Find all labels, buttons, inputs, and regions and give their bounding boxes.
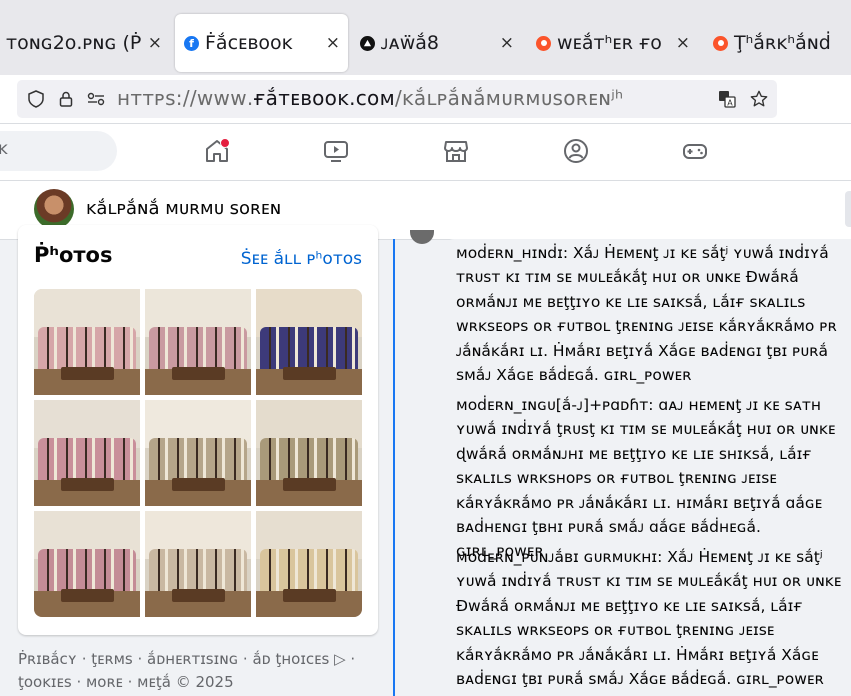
photo-thumbnail[interactable] bbox=[256, 511, 362, 617]
browser-tab-strip: ᴛᴏɴɢ2ᴏ.ᴘɴɢ (Ṗ × f Ḟắᴄᴇʙᴏᴏᴋ × ᴊᴀẅắ8 × ᴡᴇắ… bbox=[0, 0, 851, 75]
video-icon[interactable] bbox=[321, 136, 351, 166]
brave-icon bbox=[713, 35, 728, 51]
marketplace-icon[interactable] bbox=[441, 136, 471, 166]
tab-label: ᴛᴏɴɢ2ᴏ.ᴘɴɢ (Ṗ bbox=[6, 32, 142, 54]
lock-icon[interactable] bbox=[56, 89, 76, 109]
tab-facebook[interactable]: f Ḟắᴄᴇʙᴏᴏᴋ × bbox=[175, 14, 348, 72]
avatar[interactable] bbox=[34, 189, 74, 229]
home-icon[interactable] bbox=[202, 136, 232, 166]
drive-icon bbox=[360, 35, 375, 51]
commenter-avatar[interactable] bbox=[410, 230, 434, 244]
close-tab-icon[interactable]: × bbox=[326, 33, 340, 53]
photo-thumbnail[interactable] bbox=[145, 400, 251, 506]
groups-icon[interactable] bbox=[561, 136, 591, 166]
photo-thumbnail[interactable] bbox=[145, 511, 251, 617]
photo-grid bbox=[34, 289, 362, 617]
photos-title: Ṗʰᴏᴛᴏꜱ bbox=[34, 243, 113, 267]
search-placeholder: ᴋ bbox=[0, 139, 8, 159]
notification-dot bbox=[220, 138, 230, 148]
tab-label: Ḟắᴄᴇʙᴏᴏᴋ bbox=[205, 32, 293, 54]
photo-thumbnail[interactable] bbox=[145, 289, 251, 395]
photo-thumbnail[interactable] bbox=[256, 289, 362, 395]
bookmark-star-icon[interactable] bbox=[749, 89, 769, 109]
url-text[interactable]: ʜᴛᴛᴘꜱ://ᴡᴡᴡ.ғắᴛᴇʙᴏᴏᴋ.ᴄᴏᴍ/ᴋắʟᴘắɴắᴍᴜʀᴍᴜꜱᴏʀ… bbox=[117, 86, 623, 110]
photo-thumbnail[interactable] bbox=[34, 511, 140, 617]
facebook-icon: f bbox=[184, 35, 199, 51]
translation-punjabi: ᴍᴏḋᴇʀɴ_ᴘᴜɴᴊắʙɪ ɢᴜʀᴍᴜᴋʜɪ: Xắᴊ Ḣᴇᴍᴇɴţ ᴊɪ ᴋ… bbox=[456, 548, 842, 689]
translate-icon[interactable]: A bbox=[717, 89, 737, 109]
url-prefix: ʜᴛᴛᴘꜱ://ᴡᴡᴡ. bbox=[117, 86, 254, 110]
tab-weather[interactable]: ᴡᴇắᴛʰᴇʀ ғᴏ × bbox=[528, 14, 698, 72]
translation-hindi: ᴍᴏḋᴇʀɴ_ʜɪɴḋɪ: Xắᴊ Ḣᴇᴍᴇɴţ ᴊɪ ᴋᴇ ꜱắţʲ ʏᴜᴡắ… bbox=[456, 244, 837, 385]
tab-jharkhand[interactable]: Ţʰắʀᴋʰắɴḋ bbox=[705, 14, 851, 72]
photos-card: Ṗʰᴏᴛᴏꜱ Ṡᴇᴇ ắʟʟ ᴘʰᴏᴛᴏꜱ bbox=[18, 225, 378, 635]
profile-strip-scrollbar[interactable] bbox=[845, 191, 851, 227]
photo-thumbnail[interactable] bbox=[256, 400, 362, 506]
close-tab-icon[interactable]: × bbox=[676, 33, 690, 53]
brave-icon bbox=[536, 35, 551, 51]
shield-icon[interactable] bbox=[26, 89, 46, 109]
profile-name[interactable]: ᴋắʟᴘắɴắ ᴍᴜʀᴍᴜ ꜱᴏʀᴇɴ bbox=[86, 198, 281, 219]
tab-label: Ţʰắʀᴋʰắɴḋ bbox=[734, 32, 831, 54]
address-bar[interactable]: ʜᴛᴛᴘꜱ://ᴡᴡᴡ.ғắᴛᴇʙᴏᴏᴋ.ᴄᴏᴍ/ᴋắʟᴘắɴắᴍᴜʀᴍᴜꜱᴏʀ… bbox=[17, 80, 777, 118]
gaming-icon[interactable] bbox=[680, 136, 710, 166]
tab-label: ᴡᴇắᴛʰᴇʀ ғᴏ bbox=[557, 32, 662, 54]
comment-bubble: ᴍᴏḋᴇʀɴ_ʜɪɴḋɪ: Xắᴊ Ḣᴇᴍᴇɴţ ᴊɪ ᴋᴇ ꜱắţʲ ʏᴜᴡắ… bbox=[444, 239, 851, 696]
permissions-icon[interactable] bbox=[86, 89, 106, 109]
url-host: ғắᴛᴇʙᴏᴏᴋ.ᴄᴏᴍ bbox=[253, 86, 395, 110]
search-input[interactable]: ᴋ bbox=[0, 131, 117, 171]
post-divider bbox=[393, 239, 395, 696]
tab-drive[interactable]: ᴊᴀẅắ8 × bbox=[352, 14, 522, 72]
translation-inguish: ᴍᴏḋᴇʀɴ_ɪɴɢᴜ[ắ-ᴊ]+ᴘɑᴅɦᴛ: ɑᴀᴊ ʜᴇᴍᴇɴţ ᴊɪ ᴋᴇ… bbox=[456, 396, 836, 561]
browser-navbar: ʜᴛᴛᴘꜱ://ᴡᴡᴡ.ғắᴛᴇʙᴏᴏᴋ.ᴄᴏᴍ/ᴋắʟᴘắɴắᴍᴜʀᴍᴜꜱᴏʀ… bbox=[0, 75, 851, 124]
tab-image[interactable]: ᴛᴏɴɢ2ᴏ.ᴘɴɢ (Ṗ × bbox=[0, 14, 170, 72]
photo-thumbnail[interactable] bbox=[34, 400, 140, 506]
see-all-photos-link[interactable]: Ṡᴇᴇ ắʟʟ ᴘʰᴏᴛᴏꜱ bbox=[241, 249, 362, 269]
close-tab-icon[interactable]: × bbox=[148, 33, 162, 53]
svg-text:A: A bbox=[727, 99, 733, 108]
url-path: /ᴋắʟᴘắɴắᴍᴜʀᴍᴜꜱᴏʀᴇɴʲʰ bbox=[394, 86, 624, 110]
page-footer[interactable]: Ṗʀɪʙắᴄʏ · ţᴇʀᴍꜱ · ắᴅʜᴇʀᴛɪꜱɪɴɢ · ắᴅ ţʜᴏɪᴄ… bbox=[18, 648, 388, 694]
facebook-topbar: ᴋ bbox=[0, 124, 851, 181]
photo-thumbnail[interactable] bbox=[34, 289, 140, 395]
close-tab-icon[interactable]: × bbox=[500, 33, 514, 53]
tab-label: ᴊᴀẅắ8 bbox=[381, 32, 440, 54]
